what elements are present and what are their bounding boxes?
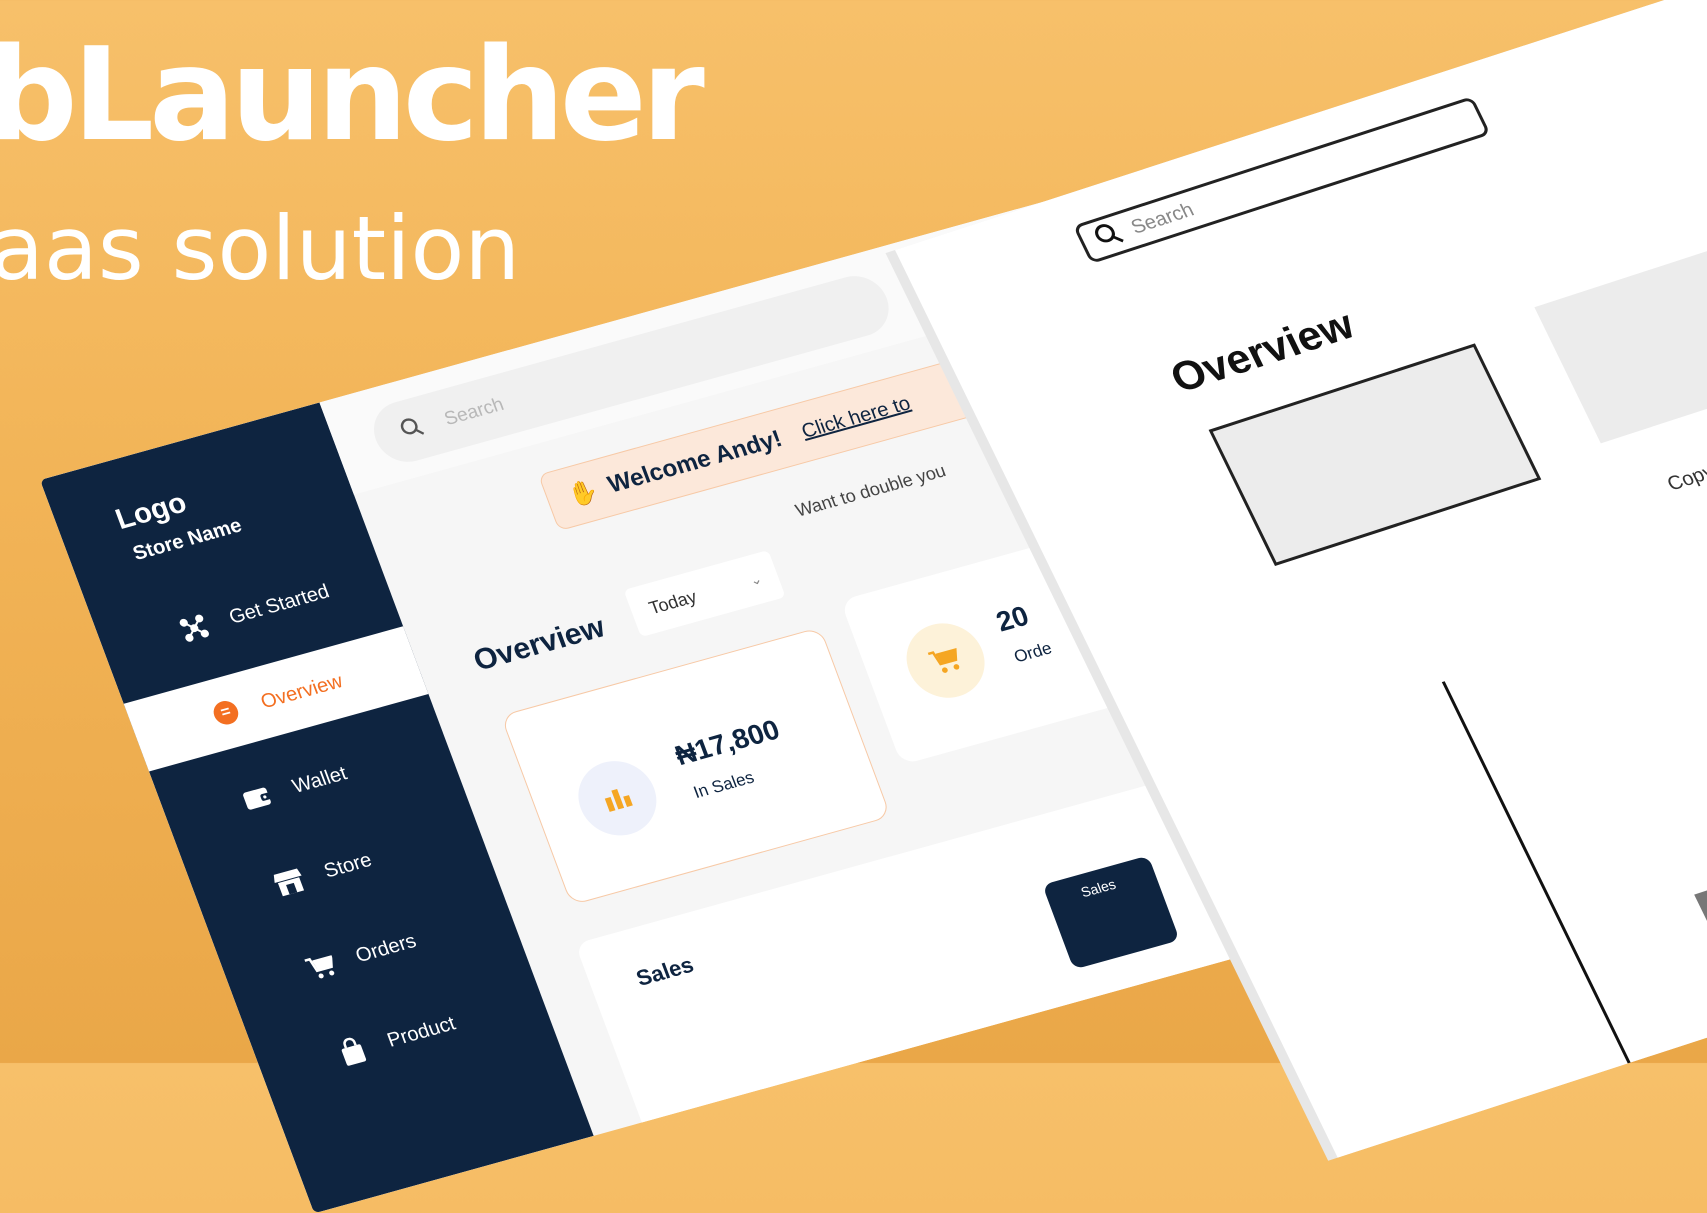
hero-title: bLauncher <box>0 21 705 170</box>
wireframe-search-input[interactable]: Search <box>1072 96 1491 265</box>
sidebar-item-label: Get Started <box>225 580 333 629</box>
wireframe-search-placeholder: Search <box>1127 198 1198 239</box>
cart-icon <box>895 614 996 707</box>
period-value: Today <box>645 586 700 618</box>
sidebar-item-label: Wallet <box>289 762 350 798</box>
search-icon <box>1089 218 1127 254</box>
bar-chart-icon <box>567 752 668 845</box>
wireframe-copy-text: Copy for marketing <box>1663 423 1707 496</box>
hero-subtitle: aas solution <box>0 197 521 300</box>
wireframe-chart-axis <box>1441 681 1631 1064</box>
wireframe-chart-bar <box>1694 866 1707 1077</box>
waving-hand-icon: ✋ <box>563 476 603 511</box>
sales-panel-title: Sales <box>632 951 697 991</box>
search-placeholder: Search <box>441 394 507 430</box>
cart-icon <box>302 950 340 982</box>
period-select[interactable]: Today ⌄ <box>623 549 786 638</box>
orders-count: 20 <box>991 599 1033 638</box>
overview-icon: = <box>207 697 244 728</box>
wireframe-image-placeholder <box>1534 223 1707 444</box>
promo-text: Want to double you <box>792 460 949 521</box>
network-icon <box>175 612 213 644</box>
bag-icon <box>333 1034 372 1068</box>
sidebar: Logo Store Name Get Started = Overview W… <box>40 402 594 1213</box>
sidebar-item-label: Product <box>384 1012 459 1052</box>
sales-tooltip: Sales <box>1042 855 1180 970</box>
sidebar-item-label: Orders <box>352 929 420 967</box>
sales-label: In Sales <box>690 767 757 803</box>
store-icon <box>270 866 308 898</box>
wallet-icon <box>239 782 276 813</box>
sales-amount: ₦17,800 <box>670 713 784 772</box>
welcome-link[interactable]: Click here to <box>798 392 913 443</box>
wireframe-overview-title: Overview <box>1162 300 1362 402</box>
sales-card[interactable]: ₦17,800 In Sales <box>500 626 892 906</box>
welcome-text: Welcome Andy! <box>604 425 786 499</box>
sidebar-item-label: Overview <box>257 669 346 713</box>
sidebar-item-label: Store <box>320 848 375 883</box>
overview-title: Overview <box>469 610 610 678</box>
search-icon <box>396 413 429 447</box>
orders-label: Orde <box>1011 638 1055 667</box>
